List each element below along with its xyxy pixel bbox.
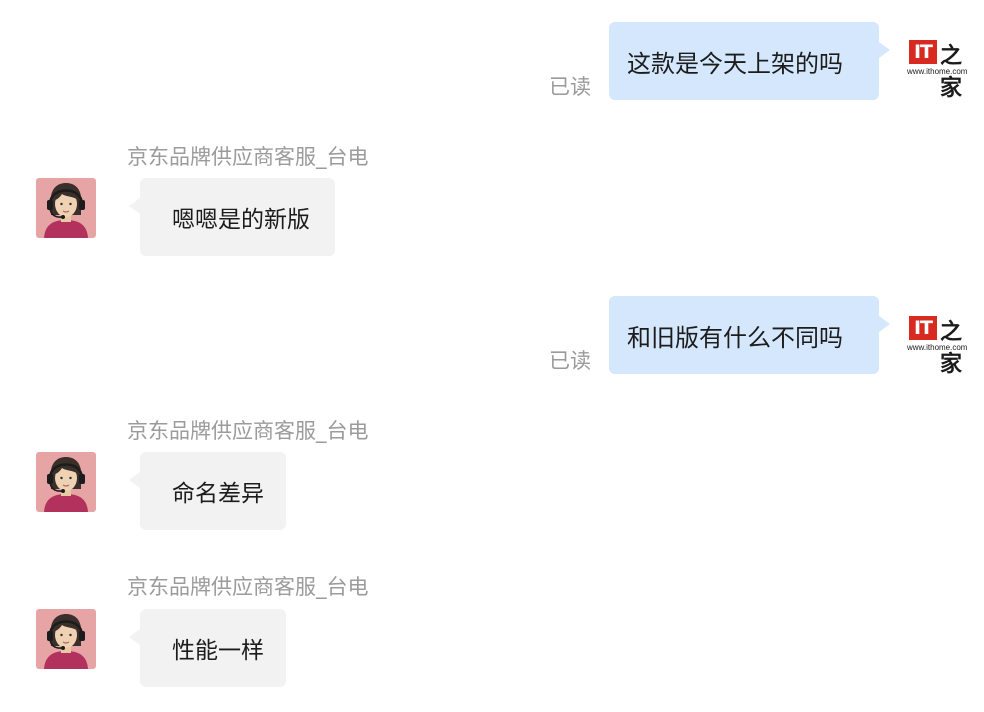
logo-url-text: www.ithome.com [907, 67, 968, 76]
message-bubble-incoming[interactable]: 嗯嗯是的新版 [129, 178, 335, 256]
message-text: 这款是今天上架的吗 [627, 49, 843, 78]
message-text: 和旧版有什么不同吗 [627, 323, 843, 352]
message-text: 嗯嗯是的新版 [172, 207, 310, 233]
message-bubble-outgoing[interactable]: 和旧版有什么不同吗 [609, 296, 890, 374]
sender-name: 京东品牌供应商客服_台电 [127, 145, 369, 169]
sender-name: 京东品牌供应商客服_台电 [127, 419, 369, 443]
sender-name: 京东品牌供应商客服_台电 [127, 575, 369, 599]
ithome-watermark-logo: IT 之家 www.ithome.com [907, 40, 973, 101]
message-text: 命名差异 [172, 481, 264, 507]
agent-avatar-icon[interactable] [36, 609, 96, 669]
message-text: 性能一样 [172, 638, 264, 664]
ithome-watermark-logo: IT 之家 www.ithome.com [907, 316, 973, 377]
it-logo-icon: IT [909, 316, 937, 340]
agent-avatar-icon[interactable] [36, 178, 96, 238]
message-bubble-incoming[interactable]: 性能一样 [129, 609, 286, 687]
logo-url-text: www.ithome.com [907, 343, 968, 352]
message-bubble-incoming[interactable]: 命名差异 [129, 452, 286, 530]
it-logo-icon: IT [909, 40, 937, 64]
message-bubble-outgoing[interactable]: 这款是今天上架的吗 [609, 22, 890, 100]
read-status: 已读 [549, 349, 591, 373]
read-status: 已读 [549, 75, 591, 99]
agent-avatar-icon[interactable] [36, 452, 96, 512]
